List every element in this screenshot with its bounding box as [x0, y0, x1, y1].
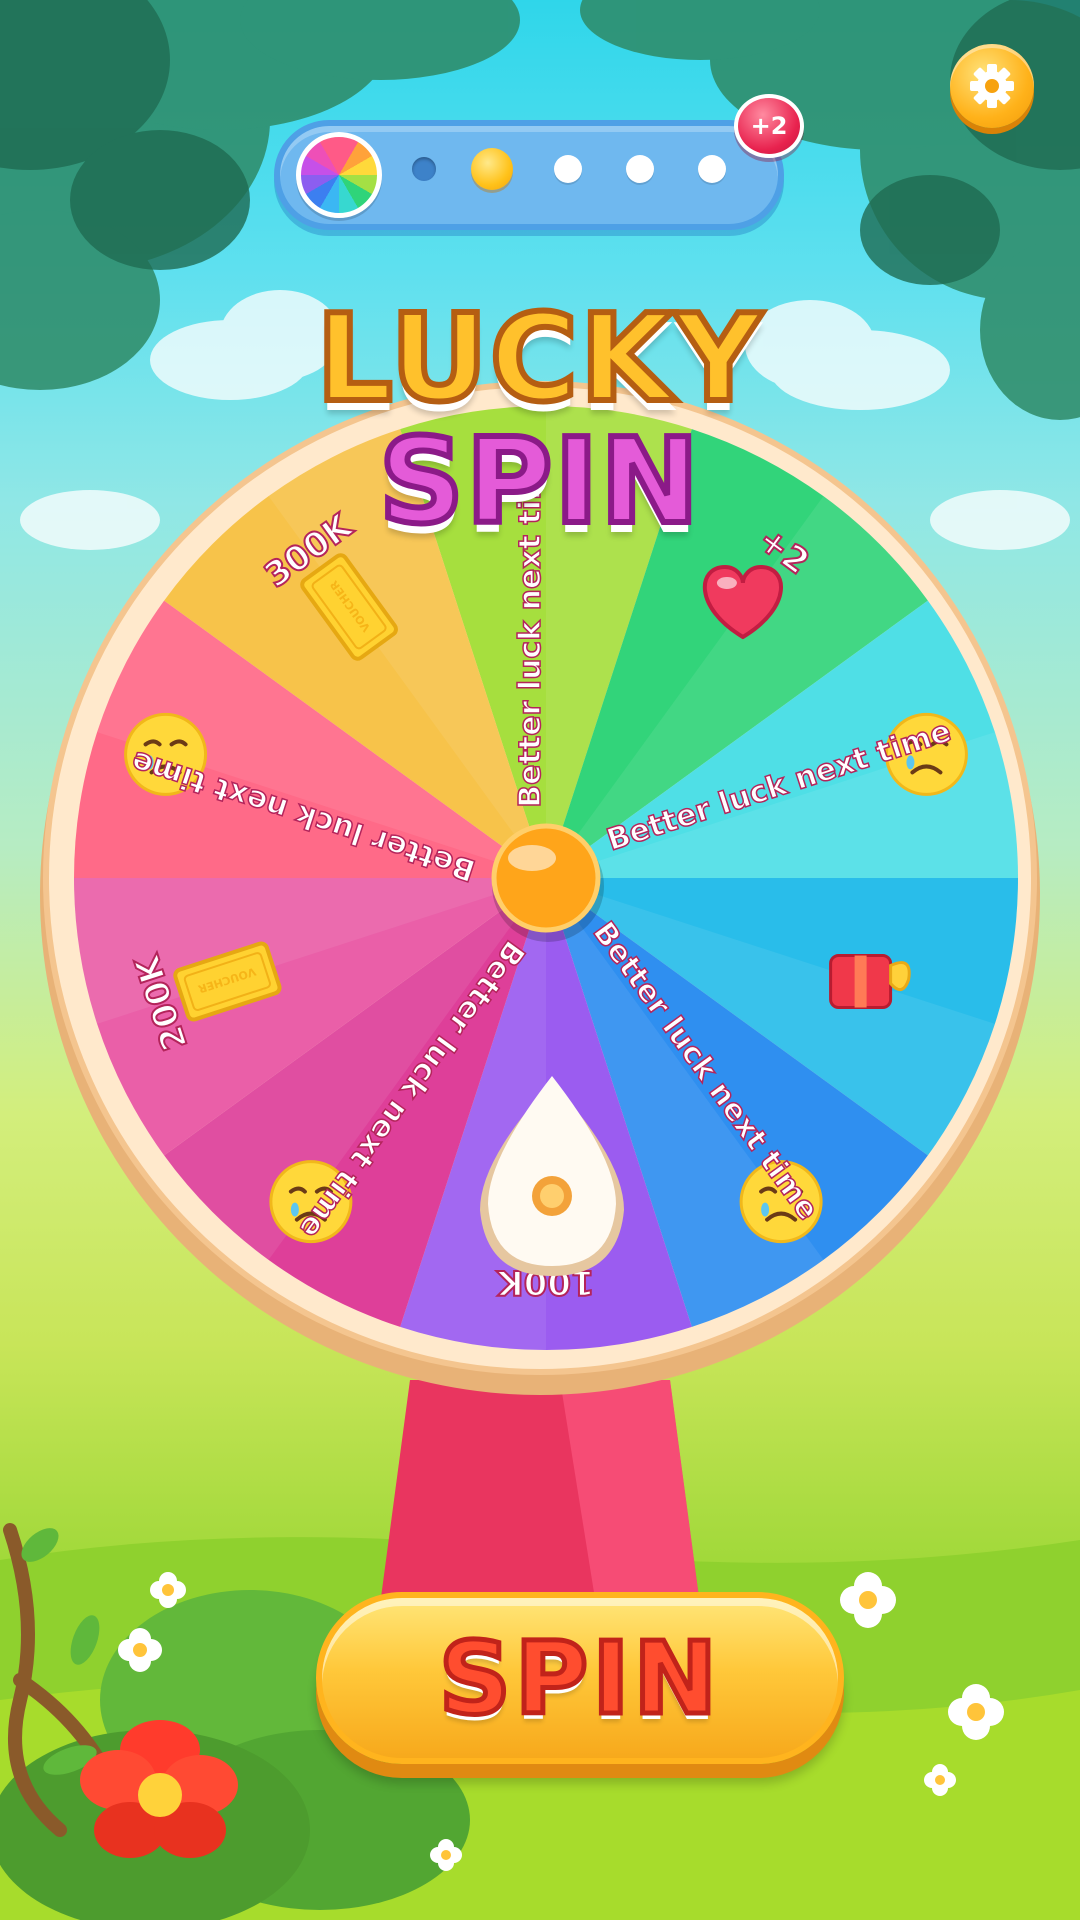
stage-dot-todo [698, 155, 726, 184]
gear-icon [970, 64, 1014, 108]
stage-dot-done [412, 157, 436, 182]
title-lucky: LUCKY [313, 287, 765, 432]
mini-wheel-icon [296, 132, 382, 218]
stage-dot-current [471, 148, 513, 191]
wheel-hub [491, 823, 601, 933]
bonus-spins-badge: +2 [734, 94, 804, 158]
title-spin: SPIN [376, 409, 702, 553]
wheel-hub-highlight [508, 845, 556, 871]
spin-button-label: SPIN [436, 1617, 722, 1739]
stage-dot-todo [626, 155, 654, 184]
spin-button[interactable]: SPIN [316, 1592, 844, 1764]
stage-dot-todo [554, 155, 582, 184]
stage-progress-bar [274, 120, 784, 230]
settings-button[interactable] [950, 44, 1034, 128]
